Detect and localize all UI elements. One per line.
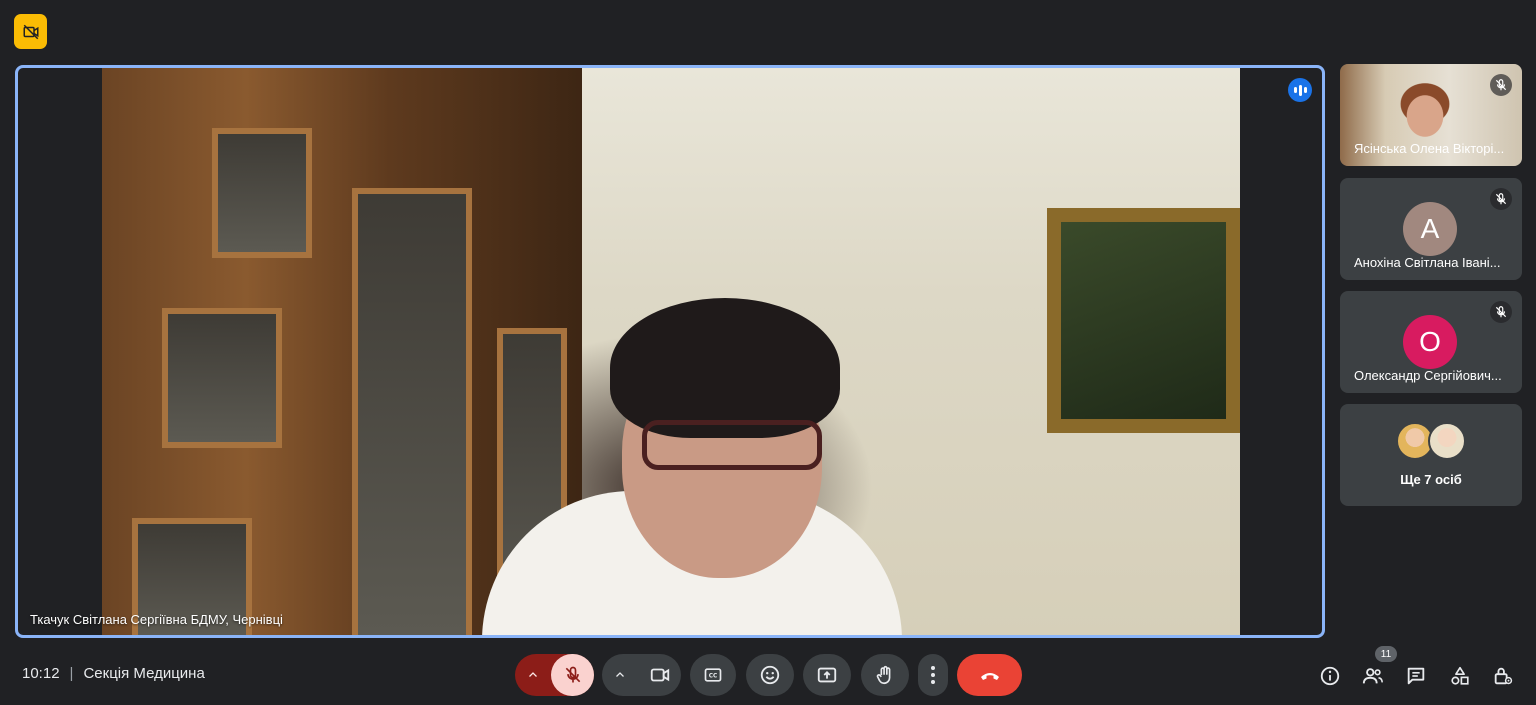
more-participants-label: Ще 7 осіб bbox=[1400, 472, 1462, 487]
recording-badge[interactable] bbox=[14, 14, 47, 49]
avatar: О bbox=[1403, 315, 1457, 369]
meeting-details-button[interactable] bbox=[1318, 664, 1342, 688]
participant-name: Анохіна Світлана Івані... bbox=[1354, 255, 1501, 270]
participant-tile[interactable]: А Анохіна Світлана Івані... bbox=[1340, 178, 1522, 280]
activities-button[interactable] bbox=[1448, 664, 1472, 688]
main-speaker-tile[interactable]: Ткачук Світлана Сергіївна БДМУ, Чернівці bbox=[15, 65, 1325, 638]
mic-off-icon bbox=[1490, 301, 1512, 323]
camera-button[interactable] bbox=[638, 654, 681, 696]
meeting-time: 10:12 bbox=[22, 665, 60, 682]
chat-button[interactable] bbox=[1404, 664, 1428, 688]
speaker-person bbox=[482, 298, 902, 635]
meeting-info: 10:12 | Секція Медицина bbox=[22, 665, 205, 682]
mic-control-group bbox=[515, 654, 594, 696]
meeting-title: Секція Медицина bbox=[83, 665, 205, 682]
background-painting bbox=[1047, 208, 1240, 433]
camera-off-icon bbox=[23, 24, 38, 39]
speaking-indicator-icon bbox=[1288, 78, 1312, 102]
meeting-separator: | bbox=[69, 665, 74, 682]
more-participants-avatars bbox=[1396, 422, 1466, 460]
people-count-badge: 11 bbox=[1375, 646, 1397, 662]
present-screen-icon bbox=[817, 667, 837, 683]
chevron-up-icon bbox=[616, 672, 624, 677]
more-participants-tile[interactable]: Ще 7 осіб bbox=[1340, 404, 1522, 506]
host-controls-lock-icon bbox=[1494, 667, 1513, 685]
activities-icon bbox=[1451, 666, 1469, 685]
speaker-name: Ткачук Світлана Сергіївна БДМУ, Чернівці bbox=[30, 612, 283, 627]
chat-icon bbox=[1407, 667, 1425, 685]
closed-caption-icon: CC bbox=[704, 668, 722, 682]
participant-name: Олександр Сергійович... bbox=[1354, 368, 1502, 383]
emoji-icon bbox=[760, 665, 780, 685]
raise-hand-icon bbox=[876, 665, 891, 685]
raise-hand-button[interactable] bbox=[861, 654, 909, 696]
call-end-icon bbox=[980, 673, 999, 680]
mic-off-icon bbox=[565, 666, 580, 683]
info-icon bbox=[1320, 666, 1340, 686]
emoji-reactions-button[interactable] bbox=[746, 654, 794, 696]
participant-tile[interactable]: О Олександр Сергійович... bbox=[1340, 291, 1522, 393]
participant-name: Ясінська Олена Вікторі... bbox=[1354, 141, 1505, 156]
people-button[interactable] bbox=[1361, 664, 1385, 688]
mic-off-icon bbox=[1490, 188, 1512, 210]
avatar: А bbox=[1403, 202, 1457, 256]
leave-call-button[interactable] bbox=[957, 654, 1022, 696]
avatar bbox=[1428, 422, 1466, 460]
participant-tile[interactable]: Ясінська Олена Вікторі... bbox=[1340, 64, 1522, 166]
chevron-up-icon bbox=[529, 672, 537, 677]
videocam-icon bbox=[650, 668, 669, 682]
people-icon bbox=[1362, 668, 1383, 684]
present-now-button[interactable] bbox=[803, 654, 851, 696]
captions-button[interactable]: CC bbox=[690, 654, 736, 696]
microphone-button[interactable] bbox=[551, 654, 594, 696]
mic-off-icon bbox=[1490, 74, 1512, 96]
camera-control-group bbox=[602, 654, 681, 696]
audio-options-button[interactable] bbox=[515, 654, 551, 696]
video-options-button[interactable] bbox=[602, 654, 638, 696]
host-controls-button[interactable] bbox=[1491, 664, 1515, 688]
svg-text:CC: CC bbox=[709, 674, 718, 680]
speaker-video bbox=[102, 68, 1240, 635]
more-options-button[interactable] bbox=[918, 654, 948, 696]
more-vert-icon bbox=[931, 666, 935, 684]
